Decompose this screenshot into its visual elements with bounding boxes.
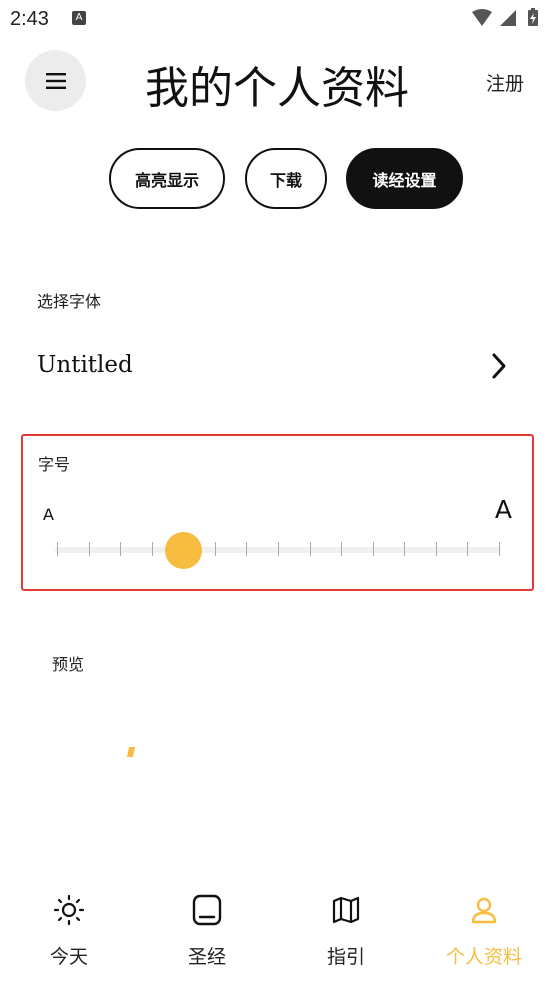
slider-tick xyxy=(246,542,248,556)
notification-icon: A xyxy=(72,11,86,25)
font-section-label: 选择字体 xyxy=(37,292,102,311)
register-link[interactable]: 注册 xyxy=(486,69,524,96)
nav-label-guides: 指引 xyxy=(326,946,365,968)
page-title: 我的个人资料 xyxy=(145,63,409,114)
status-time: 2:43 xyxy=(10,8,49,30)
nav-label-profile: 个人资料 xyxy=(445,946,522,968)
preview-label: 预览 xyxy=(52,655,85,674)
chevron-right-icon[interactable] xyxy=(489,352,509,380)
sun-icon xyxy=(53,894,85,926)
nav-item-profile[interactable]: 个人资料 xyxy=(415,880,553,980)
font-size-small-label: A xyxy=(43,505,54,524)
system-status-icons xyxy=(472,8,538,26)
slider-tick xyxy=(120,542,122,556)
slider-tick xyxy=(341,542,343,556)
font-size-large-label: A xyxy=(494,495,512,524)
slider-tick xyxy=(372,542,374,556)
tab-reading-settings[interactable]: 读经设置 xyxy=(346,148,463,209)
slider-tick xyxy=(57,542,58,556)
font-size-label: 字号 xyxy=(38,455,71,474)
profile-icon xyxy=(471,897,497,924)
nav-label-today: 今天 xyxy=(49,946,88,968)
status-bar: 2:43 A xyxy=(0,0,554,38)
nav-label-bible: 圣经 xyxy=(187,946,226,968)
tab-highlights[interactable]: 高亮显示 xyxy=(109,148,225,209)
nav-item-bible[interactable]: 圣经 xyxy=(138,880,276,980)
font-size-card: 字号 A A xyxy=(21,434,534,591)
font-size-slider-thumb[interactable] xyxy=(165,532,203,569)
wifi-icon xyxy=(472,9,492,26)
screen: 2:43 A 我的个人资料 注册 高亮显示 下载 读经设置 选择字体 Untit… xyxy=(0,0,554,986)
slider-tick xyxy=(88,542,90,556)
bible-icon xyxy=(192,894,222,926)
slider-tick xyxy=(404,542,406,556)
font-select-value[interactable]: Untitled xyxy=(37,352,133,378)
slider-tick xyxy=(214,542,216,556)
signal-icon xyxy=(500,10,516,26)
preview-loading-mark xyxy=(126,747,136,757)
nav-item-guides[interactable]: 指引 xyxy=(277,880,415,980)
nav-item-today[interactable]: 今天 xyxy=(0,880,138,980)
slider-tick xyxy=(151,542,153,556)
bottom-nav: 今天 圣经 指引 个人资料 xyxy=(0,880,554,986)
slider-tick xyxy=(499,542,500,556)
map-icon xyxy=(332,896,360,924)
tab-downloads[interactable]: 下载 xyxy=(245,148,327,209)
slider-tick xyxy=(309,542,311,556)
slider-tick xyxy=(435,542,437,556)
slider-tick xyxy=(467,542,469,556)
slider-tick xyxy=(278,542,279,556)
